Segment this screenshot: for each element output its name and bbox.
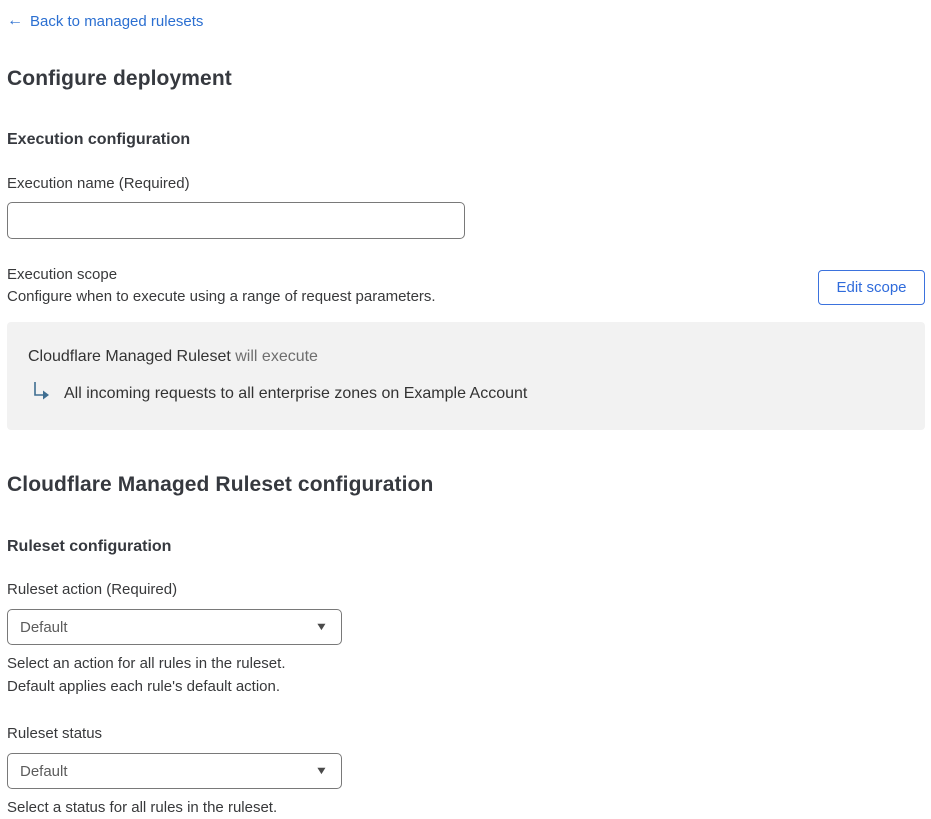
execution-summary-box: Cloudflare Managed Ruleset will execute … (7, 322, 925, 430)
execution-configuration-heading: Execution configuration (7, 131, 191, 148)
execution-name-label: Execution name (Required) (7, 175, 190, 192)
summary-scope-line: All incoming requests to all enterprise … (31, 381, 905, 407)
edit-scope-button[interactable]: Edit scope (818, 270, 925, 305)
ruleset-action-help: Select an action for all rules in the ru… (7, 652, 925, 698)
ruleset-status-label: Ruleset status (7, 725, 103, 742)
ruleset-action-help-line1: Select an action for all rules in the ru… (7, 655, 286, 672)
ruleset-action-label: Ruleset action (Required) (7, 581, 178, 598)
summary-scope-text: All incoming requests to all enterprise … (64, 385, 528, 402)
back-link-label: Back to managed rulesets (30, 12, 204, 30)
execution-scope-label: Execution scope (7, 266, 118, 283)
ruleset-configuration-title: Cloudflare Managed Ruleset configuration (7, 473, 434, 496)
execution-scope-description: Configure when to execute using a range … (7, 288, 436, 305)
configure-deployment-page: ← Back to managed rulesets Configure dep… (0, 0, 931, 819)
ruleset-status-value: Default (20, 762, 68, 780)
execution-scope-text: Execution scope Configure when to execut… (7, 264, 436, 308)
ruleset-status-help-line1: Select a status for all rules in the rul… (7, 799, 278, 816)
chevron-down-icon: ▼ (314, 765, 329, 777)
ruleset-action-value: Default (20, 618, 68, 636)
summary-ruleset-line: Cloudflare Managed Ruleset will execute (28, 348, 905, 366)
summary-will-execute-text: will execute (235, 348, 318, 365)
ruleset-status-select[interactable]: Default ▼ (7, 753, 342, 789)
execution-scope-row: Execution scope Configure when to execut… (7, 264, 925, 308)
ruleset-configuration-subheading: Ruleset configuration (7, 538, 172, 555)
back-arrow-icon: ← (7, 12, 23, 29)
ruleset-action-select[interactable]: Default ▼ (7, 609, 342, 645)
ruleset-action-help-line2: Default applies each rule's default acti… (7, 678, 281, 695)
page-title: Configure deployment (7, 67, 232, 90)
summary-ruleset-name: Cloudflare Managed Ruleset (28, 348, 231, 365)
execution-name-input[interactable] (7, 202, 465, 239)
branch-arrow-icon (31, 381, 52, 407)
ruleset-status-help: Select a status for all rules in the rul… (7, 796, 925, 819)
back-to-managed-rulesets-link[interactable]: ← Back to managed rulesets (7, 13, 203, 30)
chevron-down-icon: ▼ (314, 621, 329, 633)
